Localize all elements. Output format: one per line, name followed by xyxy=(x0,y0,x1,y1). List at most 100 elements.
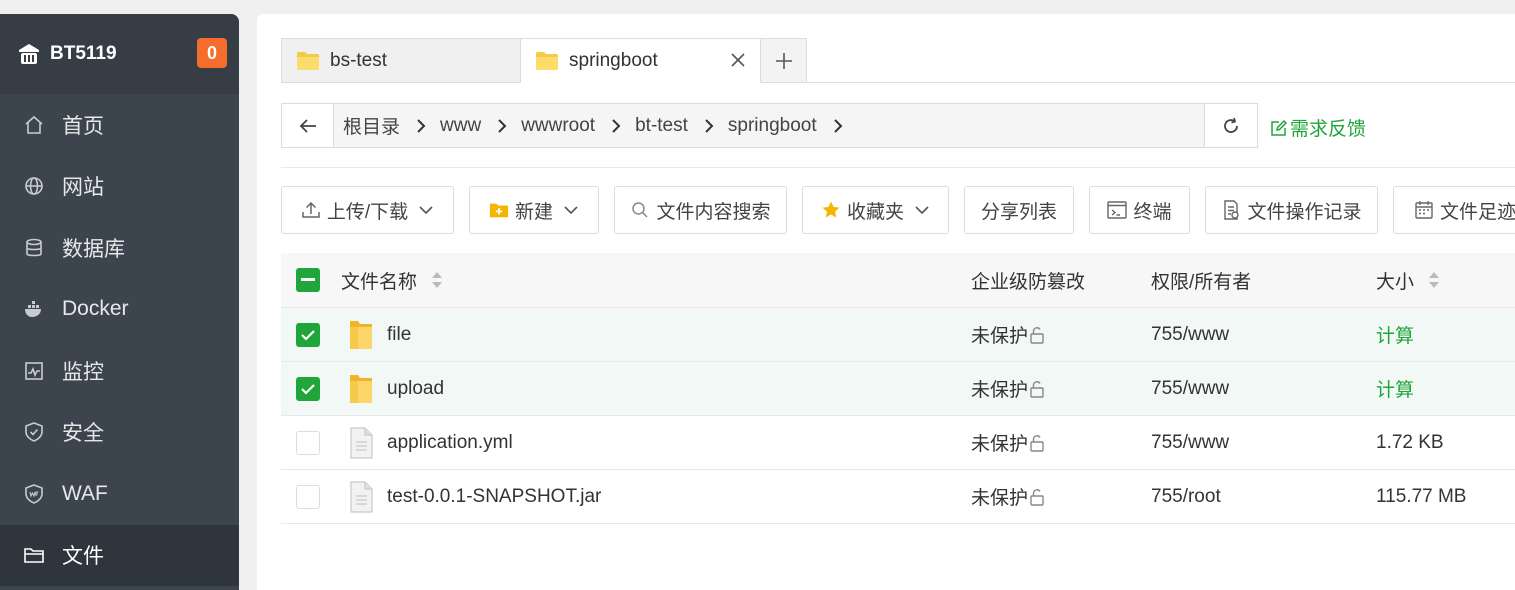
sidebar-item-database[interactable]: 数据库 xyxy=(0,217,239,279)
protection-status: 未保护 xyxy=(971,434,1029,455)
calendar-icon xyxy=(1414,200,1434,220)
sidebar-item-monitor[interactable]: 监控 xyxy=(0,340,239,402)
breadcrumb-item[interactable]: www xyxy=(440,115,521,137)
file-name[interactable]: application.yml xyxy=(387,432,513,454)
unlock-icon[interactable] xyxy=(1028,434,1046,452)
chevron-down-icon xyxy=(915,206,929,215)
path-bar: 根目录 www wwwroot bt-test springboot xyxy=(281,103,1258,148)
file-size: 115.77 MB xyxy=(1376,485,1467,507)
table-header: 文件名称 企业级防篡改 权限/所有者 大小 xyxy=(281,253,1515,308)
chevron-down-icon xyxy=(564,206,578,215)
permission-value[interactable]: 755/www xyxy=(1151,324,1229,346)
breadcrumb-item[interactable]: 根目录 xyxy=(343,112,440,139)
sidebar-item-files[interactable]: 文件 xyxy=(0,524,239,586)
monitor-icon xyxy=(23,360,45,382)
sidebar-item-waf[interactable]: WAF xyxy=(0,463,239,525)
refresh-button[interactable] xyxy=(1205,103,1258,148)
file-table: 文件名称 企业级防篡改 权限/所有者 大小 file 未保护 755/www 计… xyxy=(281,253,1515,524)
size-calc-link[interactable]: 计算 xyxy=(1376,375,1414,402)
unlock-icon[interactable] xyxy=(1028,326,1046,344)
file-name[interactable]: file xyxy=(387,324,411,346)
permission-value[interactable]: 755/root xyxy=(1151,486,1221,508)
sidebar-item-label: 监控 xyxy=(62,360,104,384)
file-operation-log-button[interactable]: 文件操作记录 xyxy=(1205,186,1378,234)
file-footprint-button[interactable]: 文件足迹 xyxy=(1393,186,1515,234)
table-row[interactable]: file 未保护 755/www 计算 xyxy=(281,308,1515,362)
sidebar-item-label: 网站 xyxy=(62,176,104,200)
terminal-icon xyxy=(1107,200,1128,220)
plus-icon xyxy=(775,52,792,69)
breadcrumb: 根目录 www wwwroot bt-test springboot xyxy=(334,103,1205,148)
size-calc-link[interactable]: 计算 xyxy=(1376,321,1414,348)
back-button[interactable] xyxy=(281,103,334,148)
sort-icon xyxy=(1429,272,1440,288)
add-tab-button[interactable] xyxy=(761,38,807,83)
star-icon xyxy=(821,200,841,220)
arrow-left-icon xyxy=(299,118,316,133)
new-button[interactable]: 新建 xyxy=(469,186,599,234)
file-name[interactable]: upload xyxy=(387,378,444,400)
table-row[interactable]: upload 未保护 755/www 计算 xyxy=(281,362,1515,416)
tab-bs-test[interactable]: bs-test xyxy=(281,38,521,83)
sidebar-item-website[interactable]: 网站 xyxy=(0,156,239,218)
protection-status: 未保护 xyxy=(971,380,1029,401)
feedback-link[interactable]: 需求反馈 xyxy=(1270,114,1366,141)
favorites-button[interactable]: 收藏夹 xyxy=(802,186,949,234)
permission-value[interactable]: 755/www xyxy=(1151,432,1229,454)
tab-springboot[interactable]: springboot xyxy=(521,38,761,83)
row-checkbox[interactable] xyxy=(296,322,320,347)
unlock-icon[interactable] xyxy=(1028,488,1046,506)
table-row[interactable]: application.yml 未保护 755/www 1.72 KB xyxy=(281,416,1515,470)
header-name[interactable]: 文件名称 xyxy=(341,267,443,294)
sidebar-item-home[interactable]: 首页 xyxy=(0,94,239,156)
share-list-button[interactable]: 分享列表 xyxy=(964,186,1074,234)
protection-status: 未保护 xyxy=(971,488,1029,509)
unlock-icon[interactable] xyxy=(1028,380,1046,398)
table-row[interactable]: test-0.0.1-SNAPSHOT.jar 未保护 755/root 115… xyxy=(281,470,1515,524)
permission-value[interactable]: 755/www xyxy=(1151,378,1229,400)
header-permission: 权限/所有者 xyxy=(1151,271,1252,293)
divider xyxy=(281,167,1515,168)
breadcrumb-item[interactable]: springboot xyxy=(728,115,857,137)
chevron-right-icon xyxy=(702,117,716,135)
terminal-button[interactable]: 终端 xyxy=(1089,186,1190,234)
shield-icon xyxy=(23,421,45,443)
row-checkbox[interactable] xyxy=(296,484,320,509)
sidebar-item-label: 文件 xyxy=(62,545,104,569)
breadcrumb-item[interactable]: wwwroot xyxy=(521,115,635,137)
file-size: 1.72 KB xyxy=(1376,431,1444,453)
chevron-down-icon xyxy=(419,206,433,215)
folder-icon xyxy=(350,374,372,403)
folder-icon xyxy=(297,51,319,70)
select-all-checkbox[interactable] xyxy=(296,268,320,292)
upload-download-button[interactable]: 上传/下载 xyxy=(281,186,454,234)
notification-badge[interactable]: 0 xyxy=(197,38,227,68)
sidebar-item-docker[interactable]: Docker xyxy=(0,279,239,341)
file-content-search-button[interactable]: 文件内容搜索 xyxy=(614,186,787,234)
brand-name: BT5119 xyxy=(50,43,117,64)
refresh-icon xyxy=(1224,117,1238,133)
globe-icon xyxy=(23,175,45,197)
breadcrumb-item[interactable]: bt-test xyxy=(635,115,728,137)
sidebar-item-label: Docker xyxy=(62,297,129,321)
sidebar-item-label: 首页 xyxy=(62,114,104,138)
tab-label: springboot xyxy=(569,49,658,71)
sidebar-item-label: 安全 xyxy=(62,422,104,446)
docker-icon xyxy=(23,298,45,320)
new-folder-icon xyxy=(489,200,509,220)
protection-status: 未保护 xyxy=(971,326,1029,347)
edit-icon xyxy=(1271,119,1288,136)
close-icon[interactable] xyxy=(728,50,748,70)
folder-icon xyxy=(350,320,372,349)
row-checkbox[interactable] xyxy=(296,376,320,401)
sidebar-item-security[interactable]: 安全 xyxy=(0,402,239,464)
sort-icon xyxy=(432,272,443,288)
search-icon xyxy=(630,200,650,220)
header-size[interactable]: 大小 xyxy=(1376,267,1440,294)
file-name[interactable]: test-0.0.1-SNAPSHOT.jar xyxy=(387,486,601,508)
sidebar-item-label: 数据库 xyxy=(62,237,125,261)
bt-logo-icon xyxy=(14,39,44,69)
chevron-right-icon xyxy=(831,117,845,135)
chevron-right-icon xyxy=(609,117,623,135)
row-checkbox[interactable] xyxy=(296,430,320,455)
